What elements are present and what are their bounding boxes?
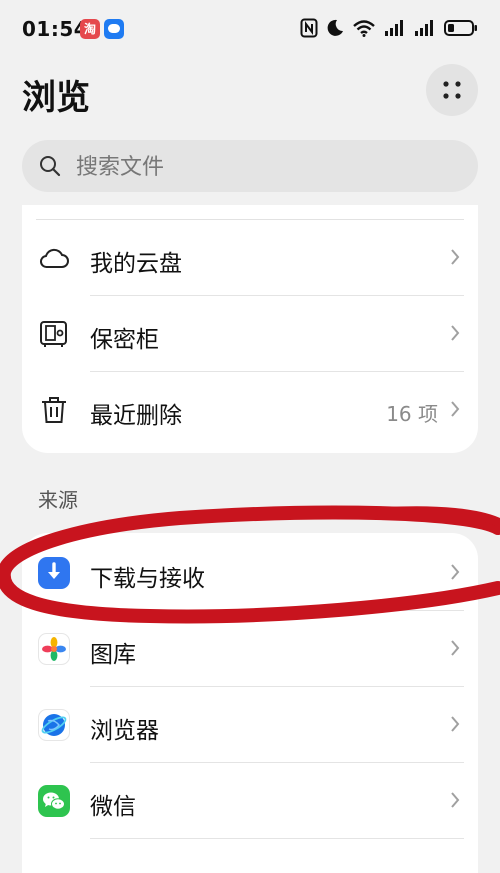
clock: 01:54 bbox=[22, 17, 89, 41]
wechat-icon bbox=[38, 785, 70, 817]
search-bar[interactable] bbox=[22, 140, 478, 194]
locations-card: 我的云盘 保密柜 最近删除 16 项 bbox=[22, 205, 478, 453]
more-options-button[interactable] bbox=[426, 64, 478, 116]
divider bbox=[90, 838, 464, 839]
list-item-safe[interactable]: 保密柜 bbox=[22, 296, 478, 372]
page-title: 浏览 bbox=[22, 78, 90, 118]
trash-icon bbox=[42, 397, 66, 423]
status-icons bbox=[300, 18, 478, 38]
list-item-gallery[interactable]: 图库 bbox=[22, 611, 478, 687]
signal-icon-2 bbox=[415, 20, 433, 36]
safe-icon bbox=[40, 321, 67, 347]
nfc-icon bbox=[300, 18, 318, 38]
item-count: 16 项 bbox=[386, 402, 438, 426]
list-item-label: 保密柜 bbox=[90, 327, 159, 353]
chevron-right-icon bbox=[451, 640, 460, 656]
chevron-right-icon bbox=[451, 716, 460, 732]
gallery-icon bbox=[38, 633, 70, 665]
browser-icon bbox=[38, 709, 70, 741]
list-item-label: 我的云盘 bbox=[90, 251, 182, 277]
list-item-label: 最近删除 bbox=[90, 403, 182, 429]
taobao-notification-icon: 淘 bbox=[80, 19, 100, 39]
list-item-label: 下载与接收 bbox=[90, 566, 205, 592]
chevron-right-icon bbox=[451, 564, 460, 580]
list-item-browser[interactable]: 浏览器 bbox=[22, 687, 478, 763]
list-item-label: 图库 bbox=[90, 642, 136, 668]
wifi-icon bbox=[353, 20, 375, 37]
sources-card: 下载与接收 图库 浏览器 微信 bbox=[22, 533, 478, 873]
list-item-wechat[interactable]: 微信 bbox=[22, 763, 478, 839]
list-item-label: 微信 bbox=[90, 794, 136, 820]
chevron-right-icon bbox=[451, 792, 460, 808]
list-item-downloads[interactable]: 下载与接收 bbox=[22, 535, 478, 611]
download-icon bbox=[38, 557, 70, 589]
list-item-label: 浏览器 bbox=[90, 718, 159, 744]
chevron-right-icon bbox=[451, 401, 460, 417]
status-bar: 01:54 淘 bbox=[0, 0, 500, 60]
search-input[interactable] bbox=[74, 140, 458, 194]
more-dots-icon bbox=[443, 81, 461, 99]
message-notification-icon bbox=[104, 19, 124, 39]
moon-icon bbox=[327, 19, 343, 36]
chevron-right-icon bbox=[451, 325, 460, 341]
list-item-cloud-drive[interactable]: 我的云盘 bbox=[22, 220, 478, 296]
signal-icon-1 bbox=[385, 20, 403, 36]
cloud-icon bbox=[40, 248, 69, 268]
chevron-right-icon bbox=[451, 249, 460, 265]
list-item-recently-deleted[interactable]: 最近删除 16 项 bbox=[22, 372, 478, 448]
search-icon bbox=[40, 156, 61, 177]
section-heading: 来源 bbox=[38, 488, 78, 512]
battery-icon bbox=[444, 20, 477, 36]
